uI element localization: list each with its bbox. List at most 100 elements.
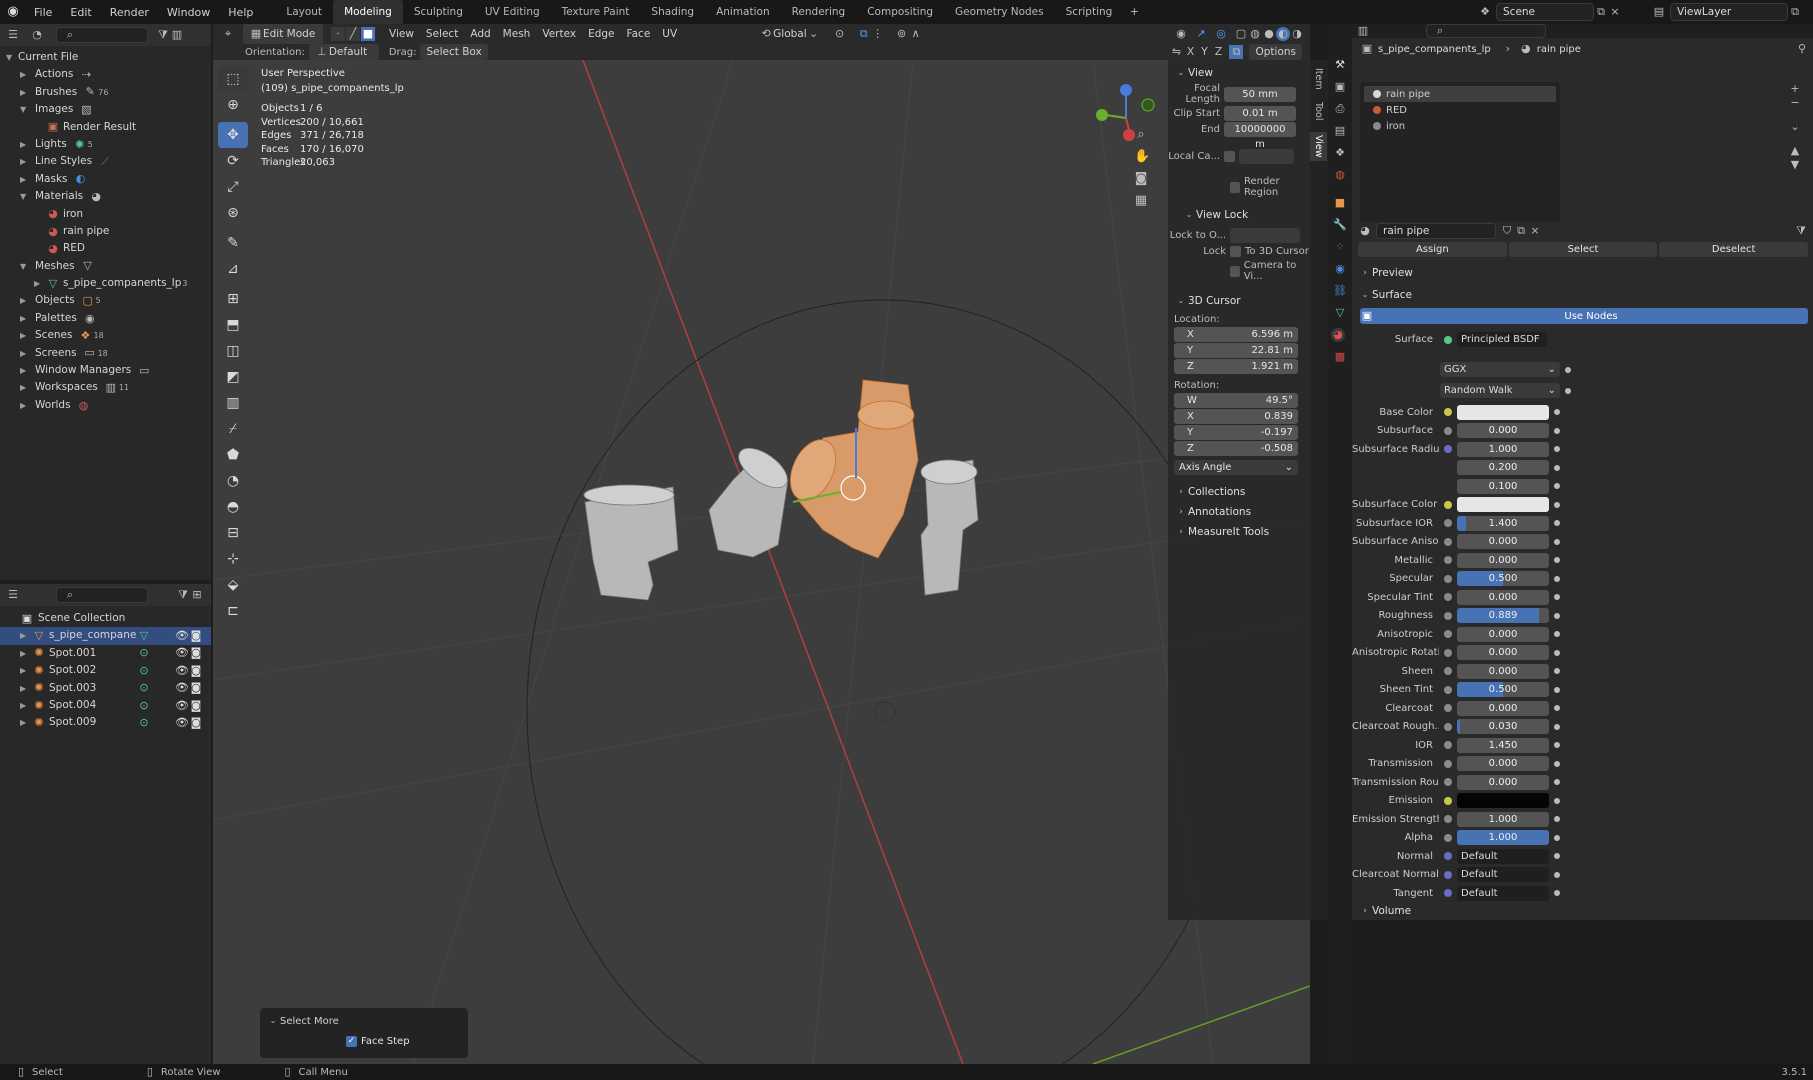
shader-input-slider[interactable]: 0.000 bbox=[1457, 589, 1549, 605]
viewport-menu-uv[interactable]: UV bbox=[656, 24, 683, 44]
surface-panel-header[interactable]: ⌄ Surface bbox=[1358, 286, 1412, 304]
keyframe-dot[interactable] bbox=[1565, 366, 1571, 373]
data-tab-icon[interactable]: ▽ bbox=[1333, 306, 1347, 320]
mirror-z-button[interactable]: Z bbox=[1211, 45, 1225, 59]
bevel-tool[interactable]: ◩ bbox=[218, 364, 248, 390]
tab-scripting[interactable]: Scripting bbox=[1055, 0, 1124, 24]
keyframe-dot[interactable] bbox=[1554, 483, 1560, 490]
keyframe-dot[interactable] bbox=[1565, 387, 1571, 394]
camera-view-icon[interactable]: ◙ bbox=[1134, 172, 1148, 186]
transform-orientation-dropdown[interactable]: ⟲ Global ⌄ bbox=[753, 24, 827, 44]
socket-icon[interactable] bbox=[1444, 537, 1452, 546]
menu-help[interactable]: Help bbox=[228, 6, 253, 19]
checkbox-icon[interactable]: ✓ bbox=[346, 1036, 357, 1047]
close-scene-icon[interactable]: × bbox=[1608, 5, 1622, 19]
eye-icon[interactable]: 👁 bbox=[175, 699, 189, 713]
outliner-item[interactable]: ▶ Objects ▢ 5 bbox=[0, 292, 211, 309]
volume-panel-header[interactable]: › Volume bbox=[1358, 902, 1411, 920]
remove-slot-icon[interactable]: − bbox=[1788, 96, 1802, 110]
socket-icon[interactable] bbox=[1444, 408, 1452, 417]
socket-icon[interactable] bbox=[1444, 870, 1452, 879]
chevron-right-icon[interactable]: ▶ bbox=[20, 84, 32, 101]
add-workspace-icon[interactable]: + bbox=[1127, 5, 1141, 19]
outliner-item[interactable]: ▶ Worlds ◍ bbox=[0, 397, 211, 414]
mode-dropdown[interactable]: ▦ Edit Mode bbox=[243, 24, 323, 44]
chevron-right-icon[interactable]: ▶ bbox=[20, 627, 32, 644]
outliner-item[interactable]: ◕ iron bbox=[0, 206, 211, 223]
keyframe-dot[interactable] bbox=[1554, 464, 1560, 471]
keyframe-dot[interactable] bbox=[1554, 557, 1560, 564]
viewport-menu-vertex[interactable]: Vertex bbox=[536, 24, 582, 44]
color-swatch[interactable] bbox=[1457, 497, 1549, 513]
shader-input-slider[interactable]: 0.000 bbox=[1457, 552, 1549, 568]
loop-cut-tool[interactable]: ▥ bbox=[218, 390, 248, 416]
keyframe-dot[interactable] bbox=[1554, 501, 1560, 508]
shader-input-slider[interactable]: 0.030 bbox=[1457, 719, 1549, 735]
chevron-down-icon[interactable]: ▼ bbox=[20, 258, 32, 275]
shader-input-slider[interactable]: 0.500 bbox=[1457, 571, 1549, 587]
outliner-item[interactable]: ▼ Meshes ▽ bbox=[0, 258, 211, 275]
constraints-tab-icon[interactable]: ⛓ bbox=[1333, 284, 1347, 298]
outliner-item[interactable]: ▶ Actions ⇢ bbox=[0, 66, 211, 83]
scale-tool[interactable]: ⤢ bbox=[218, 174, 248, 200]
keyframe-dot[interactable] bbox=[1554, 723, 1560, 730]
collection-item[interactable]: ▶ ✺ Spot.003 ⊙ 👁 ◙ bbox=[0, 680, 211, 697]
keyframe-dot[interactable] bbox=[1554, 686, 1560, 693]
material-tab-icon[interactable]: ◕ bbox=[1331, 328, 1345, 342]
options-dropdown[interactable]: Options bbox=[1249, 44, 1302, 60]
outliner-item[interactable]: ▼ Images ▧ bbox=[0, 101, 211, 118]
grid-view-icon[interactable]: ▦ bbox=[1134, 194, 1148, 208]
shader-input-slider[interactable]: 0.200 bbox=[1457, 460, 1549, 476]
keyframe-dot[interactable] bbox=[1554, 612, 1560, 619]
to-3d-cursor-checkbox[interactable] bbox=[1230, 246, 1241, 257]
select-button[interactable]: Select bbox=[1508, 242, 1658, 257]
outliner-item[interactable]: ▶ Line Styles ⟋ bbox=[0, 153, 211, 170]
surface-shader-field[interactable]: Principled BSDF bbox=[1457, 332, 1547, 347]
wireframe-shading-icon[interactable]: ◍ bbox=[1248, 27, 1262, 41]
color-swatch[interactable] bbox=[1457, 793, 1549, 809]
shrink-tool[interactable]: ⊹ bbox=[218, 546, 248, 572]
eye-icon[interactable]: 👁 bbox=[175, 664, 189, 678]
rip-tool[interactable]: ⊏ bbox=[218, 598, 248, 624]
eye-icon[interactable]: 👁 bbox=[175, 681, 189, 695]
filter-icon[interactable]: ⧩ bbox=[176, 588, 190, 602]
viewport-menu-view[interactable]: View bbox=[383, 24, 420, 44]
cursor-rotation-x-field[interactable]: X 0.839 bbox=[1174, 409, 1298, 424]
duplicate-material-icon[interactable]: ⧉ bbox=[1514, 224, 1528, 238]
keyframe-dot[interactable] bbox=[1554, 705, 1560, 712]
viewport-menu-edge[interactable]: Edge bbox=[582, 24, 620, 44]
lock-object-field[interactable] bbox=[1230, 228, 1300, 243]
camera-icon[interactable]: ◙ bbox=[189, 681, 203, 695]
properties-search-input[interactable]: ⌕ bbox=[1426, 24, 1546, 38]
world-tab-icon[interactable]: ◍ bbox=[1333, 168, 1347, 182]
pipe-tee-selected[interactable] bbox=[781, 379, 919, 559]
camera-icon[interactable]: ◙ bbox=[189, 629, 203, 643]
shader-input-slider[interactable]: 1.400 bbox=[1457, 515, 1549, 531]
face-step-option[interactable]: ✓ Face Step bbox=[260, 1028, 468, 1047]
panel-collections[interactable]: › Collections bbox=[1168, 483, 1310, 501]
collection-item[interactable]: ▶ ✺ Spot.002 ⊙ 👁 ◙ bbox=[0, 662, 211, 679]
render-tab-icon[interactable]: ▣ bbox=[1333, 80, 1347, 94]
chevron-right-icon[interactable]: ▶ bbox=[20, 153, 32, 170]
shader-input-slider[interactable]: 1.450 bbox=[1457, 737, 1549, 753]
smooth-tool[interactable]: ◓ bbox=[218, 494, 248, 520]
filter-icon[interactable]: ⧩ bbox=[156, 28, 170, 42]
keyframe-dot[interactable] bbox=[1554, 446, 1560, 453]
socket-icon[interactable] bbox=[1444, 593, 1452, 602]
rendered-shading-icon[interactable]: ◑ bbox=[1290, 27, 1304, 41]
distribution-dropdown[interactable]: GGX ⌄ bbox=[1440, 362, 1560, 377]
socket-icon[interactable] bbox=[1444, 833, 1452, 842]
measure-tool[interactable]: ⊿ bbox=[218, 256, 248, 282]
cursor-rotation-z-field[interactable]: Z -0.508 bbox=[1174, 441, 1298, 456]
snap-target-icon[interactable]: ⋮ bbox=[871, 27, 885, 41]
xray-icon[interactable]: ▢ bbox=[1234, 27, 1248, 41]
outliner-item[interactable]: ▶ Lights ✺ 5 bbox=[0, 136, 211, 153]
snap-icon[interactable]: ⧉ bbox=[857, 27, 871, 41]
keyframe-dot[interactable] bbox=[1554, 742, 1560, 749]
camera-icon[interactable]: ◙ bbox=[189, 664, 203, 678]
collection-item[interactable]: ▶ ✺ Spot.004 ⊙ 👁 ◙ bbox=[0, 697, 211, 714]
collection-item[interactable]: ▶ ✺ Spot.009 ⊙ 👁 ◙ bbox=[0, 714, 211, 731]
chevron-right-icon[interactable]: ▶ bbox=[20, 362, 32, 379]
cursor-rotation-w-field[interactable]: W 49.5° bbox=[1174, 393, 1298, 408]
cursor-location-x-field[interactable]: X 6.596 m bbox=[1174, 327, 1298, 342]
